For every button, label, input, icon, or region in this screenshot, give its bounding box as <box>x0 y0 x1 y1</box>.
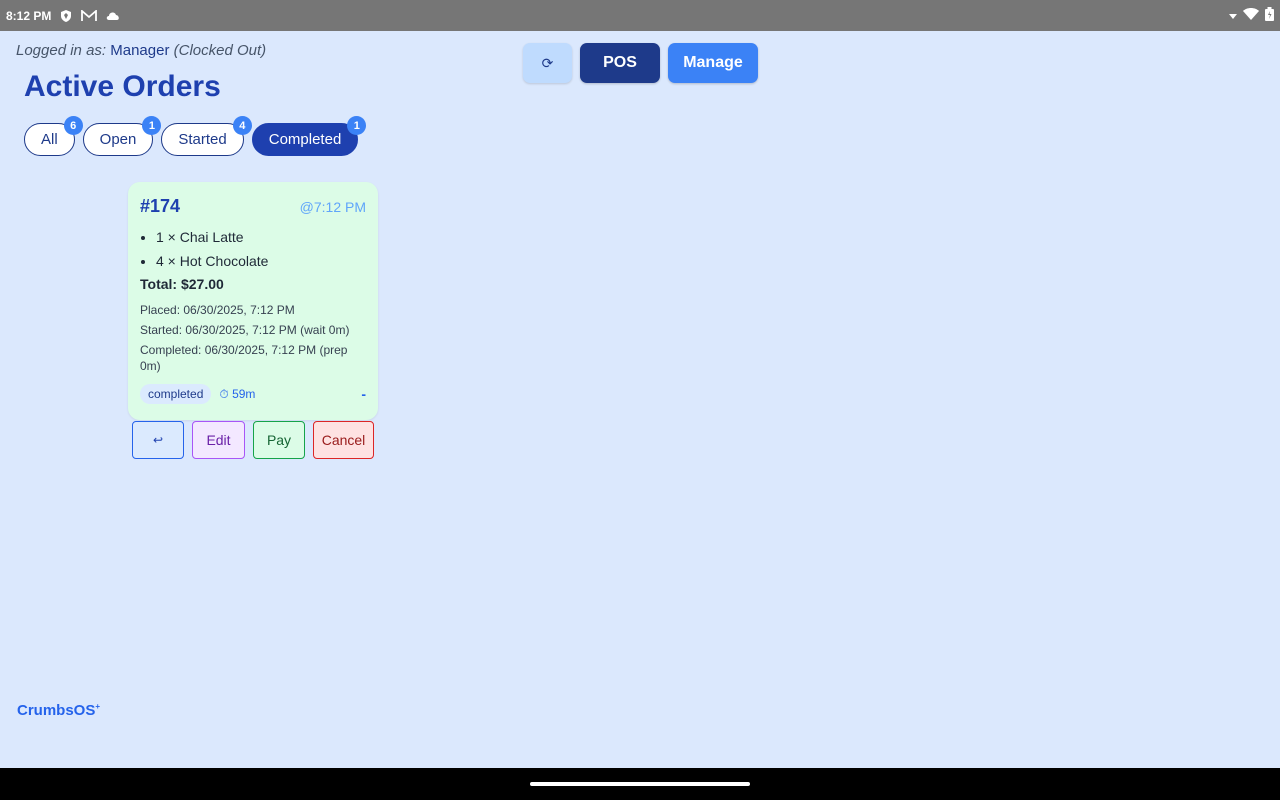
filter-label: Open <box>99 131 137 148</box>
wifi-icon <box>1243 8 1259 23</box>
filter-label: Completed <box>268 131 342 148</box>
filter-label: All <box>41 131 58 148</box>
logged-in-status: Logged in as: Manager (Clocked Out) <box>16 42 266 59</box>
manage-button[interactable]: Manage <box>668 43 758 83</box>
order-item: 4 × Hot Chocolate <box>156 253 366 269</box>
filter-all[interactable]: All 6 <box>24 116 83 156</box>
edit-button[interactable]: Edit <box>192 421 245 459</box>
shield-icon <box>59 9 73 23</box>
order-header: #174 @7:12 PM <box>140 196 366 217</box>
refresh-button[interactable]: ⟳ <box>523 43 572 83</box>
order-item: 1 × Chai Latte <box>156 229 366 245</box>
order-items: 1 × Chai Latte 4 × Hot Chocolate <box>140 229 366 269</box>
filter-started[interactable]: Started 4 <box>161 116 252 156</box>
status-filters: All 6 Open 1 Started 4 Completed 1 <box>24 116 367 156</box>
order-card[interactable]: #174 @7:12 PM 1 × Chai Latte 4 × Hot Cho… <box>128 182 378 420</box>
signal-icon <box>1229 9 1237 23</box>
filter-count-badge: 6 <box>63 116 83 135</box>
order-time: @7:12 PM <box>299 199 366 215</box>
status-time: 8:12 PM <box>6 8 52 23</box>
filter-label: Started <box>178 131 227 148</box>
started-time: Started: 06/30/2025, 7:12 PM (wait 0m) <box>140 323 350 337</box>
battery-icon <box>1265 7 1274 24</box>
collapse-toggle[interactable]: - <box>361 386 366 402</box>
order-total: Total: $27.00 <box>140 276 224 292</box>
logged-prefix: Logged in as: <box>16 42 107 59</box>
pos-button[interactable]: POS <box>580 43 660 83</box>
filter-count-badge: 4 <box>232 116 252 135</box>
user-role: Manager <box>110 42 170 59</box>
filter-count-badge: 1 <box>347 116 367 135</box>
clock-status: (Clocked Out) <box>173 42 267 59</box>
pay-button[interactable]: Pay <box>253 421 305 459</box>
brand-mark: + <box>95 702 101 711</box>
status-badge: completed <box>140 384 212 404</box>
top-actions: ⟳ POS Manage <box>523 43 758 83</box>
order-number: #174 <box>140 196 181 216</box>
mail-icon <box>81 9 98 22</box>
cloud-icon <box>105 10 121 21</box>
elapsed-timer: ⏱ 59m <box>219 386 256 401</box>
filter-count-badge: 1 <box>142 116 162 135</box>
revert-button[interactable]: ↩ <box>132 421 184 459</box>
filter-completed[interactable]: Completed 1 <box>251 116 367 156</box>
home-gesture-handle[interactable] <box>530 782 750 786</box>
completed-time: Completed: 06/30/2025, 7:12 PM (prep 0m) <box>140 343 348 373</box>
filter-open[interactable]: Open 1 <box>82 116 162 156</box>
page-title: Active Orders <box>24 70 221 103</box>
cancel-button[interactable]: Cancel <box>313 421 374 459</box>
order-footer: completed ⏱ 59m - <box>140 384 366 404</box>
brand-logo: CrumbsOS+ <box>17 702 100 719</box>
order-actions: ↩ Edit Pay Cancel <box>132 421 374 459</box>
placed-time: Placed: 06/30/2025, 7:12 PM <box>140 303 295 317</box>
brand-name: CrumbsOS <box>17 702 96 719</box>
status-bar: 8:12 PM <box>0 0 1280 31</box>
